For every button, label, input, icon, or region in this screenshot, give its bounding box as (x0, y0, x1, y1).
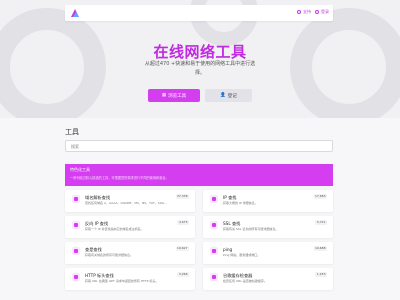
tool-card-description: 获取有关 SSL 证书的所有可能详细信息。 (223, 226, 279, 231)
usage-count-badge: 1,253 (315, 271, 327, 277)
tool-card-description: 查找任何域名 A、AAAA、CNAME、MX、NS、TXT、SOA... (85, 200, 167, 205)
browse-tools-label: 浏览工具 (168, 93, 187, 99)
tool-card-description: 获取有关域名的所有可能详细信息。 (85, 252, 134, 257)
usage-count-badge: 5,721 (315, 219, 327, 225)
whois-lookup-icon (72, 247, 80, 255)
tool-card-description: 获取一个 IP 并查找指向它的域名或主机名。 (85, 226, 144, 231)
featured-tools-banner[interactable]: 特色化工具 一系列经过精心挑选的工具，可根据您的需求进行不同的使用和组合。 (65, 164, 333, 186)
hero-subtitle: 从超过470 +快速和易于使用的网络工具中进行选择。 (144, 61, 256, 76)
banner-description: 一系列经过精心挑选的工具，可根据您的需求进行不同的使用和组合。 (70, 176, 169, 180)
usage-count-badge: 3,266 (177, 271, 189, 277)
tool-card[interactable]: HTTP 标头查找 获取 URL 在典型 GET 请求中返回的所有 HTTP 标… (65, 268, 195, 290)
ip-lookup-icon (210, 195, 218, 203)
usage-count-badge: 37,338 (175, 193, 189, 199)
usage-count-badge: 19,688 (313, 245, 327, 251)
tool-card-description: Ping 网站、服务器或端口。 (223, 252, 261, 257)
user-plus-icon: 👤 (220, 93, 226, 98)
background-decoration (290, 8, 400, 118)
tool-card-title: ping (223, 246, 233, 252)
tool-card[interactable]: 反向 IP 查找 获取一个 IP 并查找指向它的域名或主机名。 4,675 (65, 216, 195, 238)
tool-card-description: 检查任何 URL 是否被谷歌缓存。 (223, 278, 267, 283)
login-label: 登录 (321, 9, 329, 14)
browse-tools-button[interactable]: ▦ 浏览工具 (148, 89, 200, 102)
support-link[interactable]: 支持 (297, 9, 311, 15)
register-button[interactable]: 👤 登记 (205, 89, 252, 102)
tool-card[interactable]: IP 查找 获取大概的 IP 详细信息。 17,683 (203, 190, 333, 212)
reverse-ip-icon (72, 221, 80, 229)
banner-title: 特色化工具 (70, 167, 90, 172)
tools-section-title: 工具 (65, 128, 79, 136)
tool-card-description: 获取大概的 IP 详细信息。 (223, 200, 258, 205)
background-decoration (0, 8, 106, 118)
tool-card[interactable]: SSL 查找 获取有关 SSL 证书的所有可能详细信息。 5,721 (203, 216, 333, 238)
tool-card[interactable]: ping Ping 网站、服务器或端口。 19,688 (203, 242, 333, 264)
hero-title: 在线网络工具 (153, 43, 247, 61)
usage-count-badge: 19,627 (175, 245, 189, 251)
search-input[interactable] (65, 140, 333, 152)
login-icon (315, 10, 319, 14)
grid-icon: ▦ (161, 93, 167, 98)
logo-icon[interactable] (69, 7, 81, 19)
ping-icon (210, 247, 218, 255)
support-icon (297, 10, 301, 14)
ssl-lookup-icon (210, 221, 218, 229)
google-cache-icon (210, 273, 218, 281)
tool-card[interactable]: 查是查找 获取有关域名的所有可能详细信息。 19,627 (65, 242, 195, 264)
register-label: 登记 (227, 93, 237, 99)
tool-card[interactable]: 谷歌缓存检查器 检查任何 URL 是否被谷歌缓存。 1,253 (203, 268, 333, 290)
usage-count-badge: 4,675 (177, 219, 189, 225)
usage-count-badge: 17,683 (313, 193, 327, 199)
tool-card-description: 获取 URL 在典型 GET 请求中返回的所有 HTTP 标头。 (85, 278, 159, 283)
support-label: 支持 (303, 9, 311, 14)
http-headers-icon (72, 273, 80, 281)
dns-lookup-icon (72, 195, 80, 203)
login-link[interactable]: 登录 (315, 9, 329, 15)
navbar: 支持 登录 (65, 5, 333, 21)
tool-card[interactable]: 域名解析查找 查找任何域名 A、AAAA、CNAME、MX、NS、TXT、SOA… (65, 190, 195, 212)
